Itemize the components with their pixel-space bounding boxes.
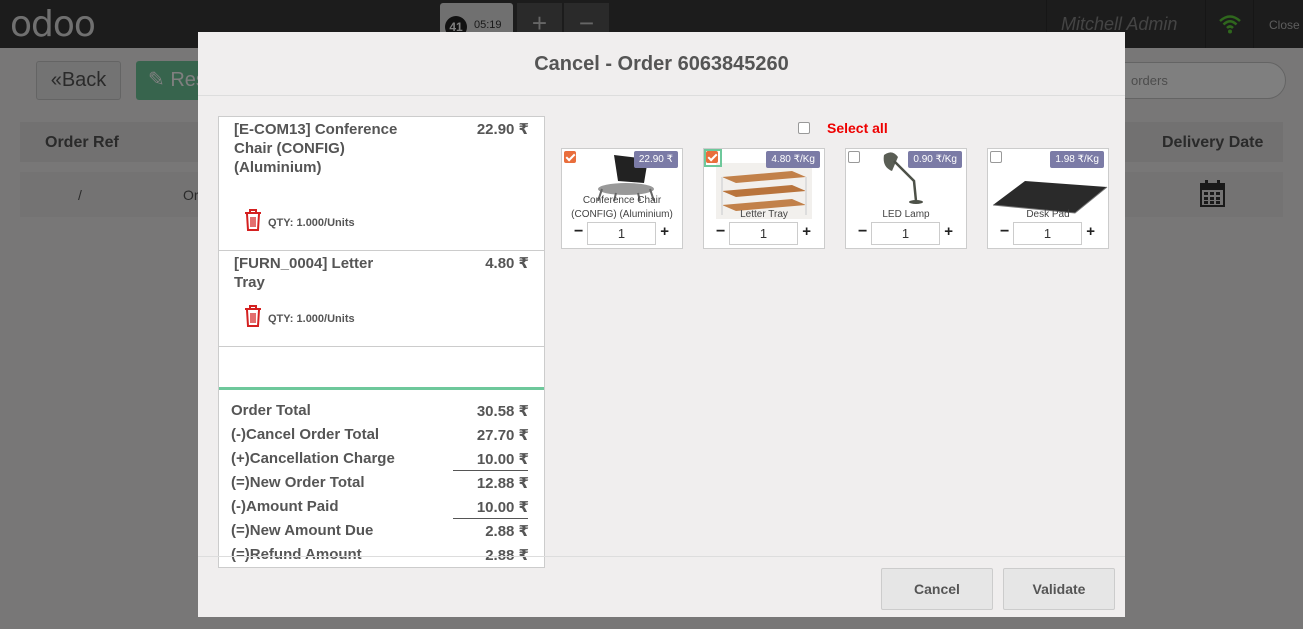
trash-icon[interactable]: [244, 209, 262, 231]
total-value: 27.70 ₹: [476, 427, 529, 444]
total-label: (-)Cancel Order Total: [231, 426, 380, 443]
increase-qty-button[interactable]: +: [944, 223, 953, 240]
select-all-checkbox[interactable]: [798, 122, 810, 134]
order-totals: Order Total 30.58 ₹ (-)Cancel Order Tota…: [219, 387, 544, 567]
total-label: (+)Cancellation Charge: [231, 450, 395, 467]
product-card[interactable]: 0.90 ₹/Kg LED Lamp − 1 +: [845, 148, 967, 249]
total-row-cancel-order-total: (-)Cancel Order Total 27.70 ₹: [231, 426, 529, 450]
dialog-title: Cancel - Order 6063845260: [198, 32, 1125, 96]
product-name: LED Lamp: [882, 209, 930, 220]
trash-icon[interactable]: [244, 305, 262, 327]
cancel-order-dialog: Cancel - Order 6063845260 [E-COM13] Conf…: [198, 32, 1125, 617]
product-name: Conference Chair (CONFIG) (Aluminium): [571, 195, 673, 220]
quantity-input[interactable]: 1: [871, 222, 940, 245]
product-card[interactable]: 4.80 ₹/Kg Letter Tray − 1 +: [703, 148, 825, 249]
total-row-new-order-total: (=)New Order Total 12.88 ₹: [231, 474, 529, 498]
line-price: 22.90 ₹: [476, 121, 529, 138]
line-product-name: [E-COM13] Conference Chair (CONFIG) (Alu…: [234, 121, 398, 176]
product-name: Desk Pad: [1026, 209, 1070, 220]
total-label: (=)New Order Total: [231, 474, 365, 491]
total-label: Order Total: [231, 402, 311, 419]
product-price-badge: 22.90 ₹: [633, 151, 678, 168]
product-card[interactable]: 22.90 ₹ Conference Chair (CONFIG) (Alumi…: [561, 148, 683, 249]
line-product-name: [FURN_0004] Letter Tray: [234, 255, 374, 291]
line-quantity: QTY: 1.000/Units: [268, 313, 355, 325]
product-price-badge: 0.90 ₹/Kg: [908, 151, 962, 168]
increase-qty-button[interactable]: +: [660, 223, 669, 240]
line-price: 4.80 ₹: [485, 255, 529, 272]
product-checkbox[interactable]: [848, 151, 860, 163]
decrease-qty-button[interactable]: −: [574, 223, 583, 241]
total-label: (=)New Amount Due: [231, 522, 374, 539]
product-checkbox[interactable]: [564, 151, 576, 163]
product-card[interactable]: 1.98 ₹/Kg Desk Pad − 1 +: [987, 148, 1109, 249]
total-row-new-amount-due: (=)New Amount Due 2.88 ₹: [231, 522, 529, 546]
quantity-input[interactable]: 1: [729, 222, 798, 245]
decrease-qty-button[interactable]: −: [1000, 223, 1009, 241]
quantity-input[interactable]: 1: [1013, 222, 1082, 245]
total-row-order-total: Order Total 30.58 ₹: [231, 402, 529, 426]
decrease-qty-button[interactable]: −: [716, 223, 725, 241]
product-price-badge: 4.80 ₹/Kg: [766, 151, 820, 168]
order-lines-panel: [E-COM13] Conference Chair (CONFIG) (Alu…: [218, 116, 545, 568]
dialog-footer: Cancel Validate: [198, 556, 1125, 617]
validate-button[interactable]: Validate: [1003, 568, 1115, 610]
quantity-input[interactable]: 1: [587, 222, 656, 245]
product-checkbox[interactable]: [990, 151, 1002, 163]
increase-qty-button[interactable]: +: [1086, 223, 1095, 240]
order-line[interactable]: [FURN_0004] Letter Tray 4.80 ₹ QTY: 1.00…: [219, 251, 544, 347]
total-value: 12.88 ₹: [476, 475, 529, 492]
checkbox-focus-ring: [704, 149, 722, 167]
total-value: 10.00 ₹: [476, 451, 529, 468]
sum-rule: [453, 518, 528, 519]
total-value: 2.88 ₹: [485, 523, 529, 540]
select-all-label[interactable]: Select all: [827, 120, 888, 136]
total-value: 30.58 ₹: [476, 403, 529, 420]
product-price-badge: 1.98 ₹/Kg: [1050, 151, 1104, 168]
sum-rule: [453, 470, 528, 471]
increase-qty-button[interactable]: +: [802, 223, 811, 240]
order-line[interactable]: [E-COM13] Conference Chair (CONFIG) (Alu…: [219, 117, 544, 251]
decrease-qty-button[interactable]: −: [858, 223, 867, 241]
product-name: Letter Tray: [740, 209, 788, 220]
total-label: (-)Amount Paid: [231, 498, 339, 515]
cancel-button[interactable]: Cancel: [881, 568, 993, 610]
line-quantity: QTY: 1.000/Units: [268, 217, 355, 229]
total-value: 10.00 ₹: [476, 499, 529, 516]
